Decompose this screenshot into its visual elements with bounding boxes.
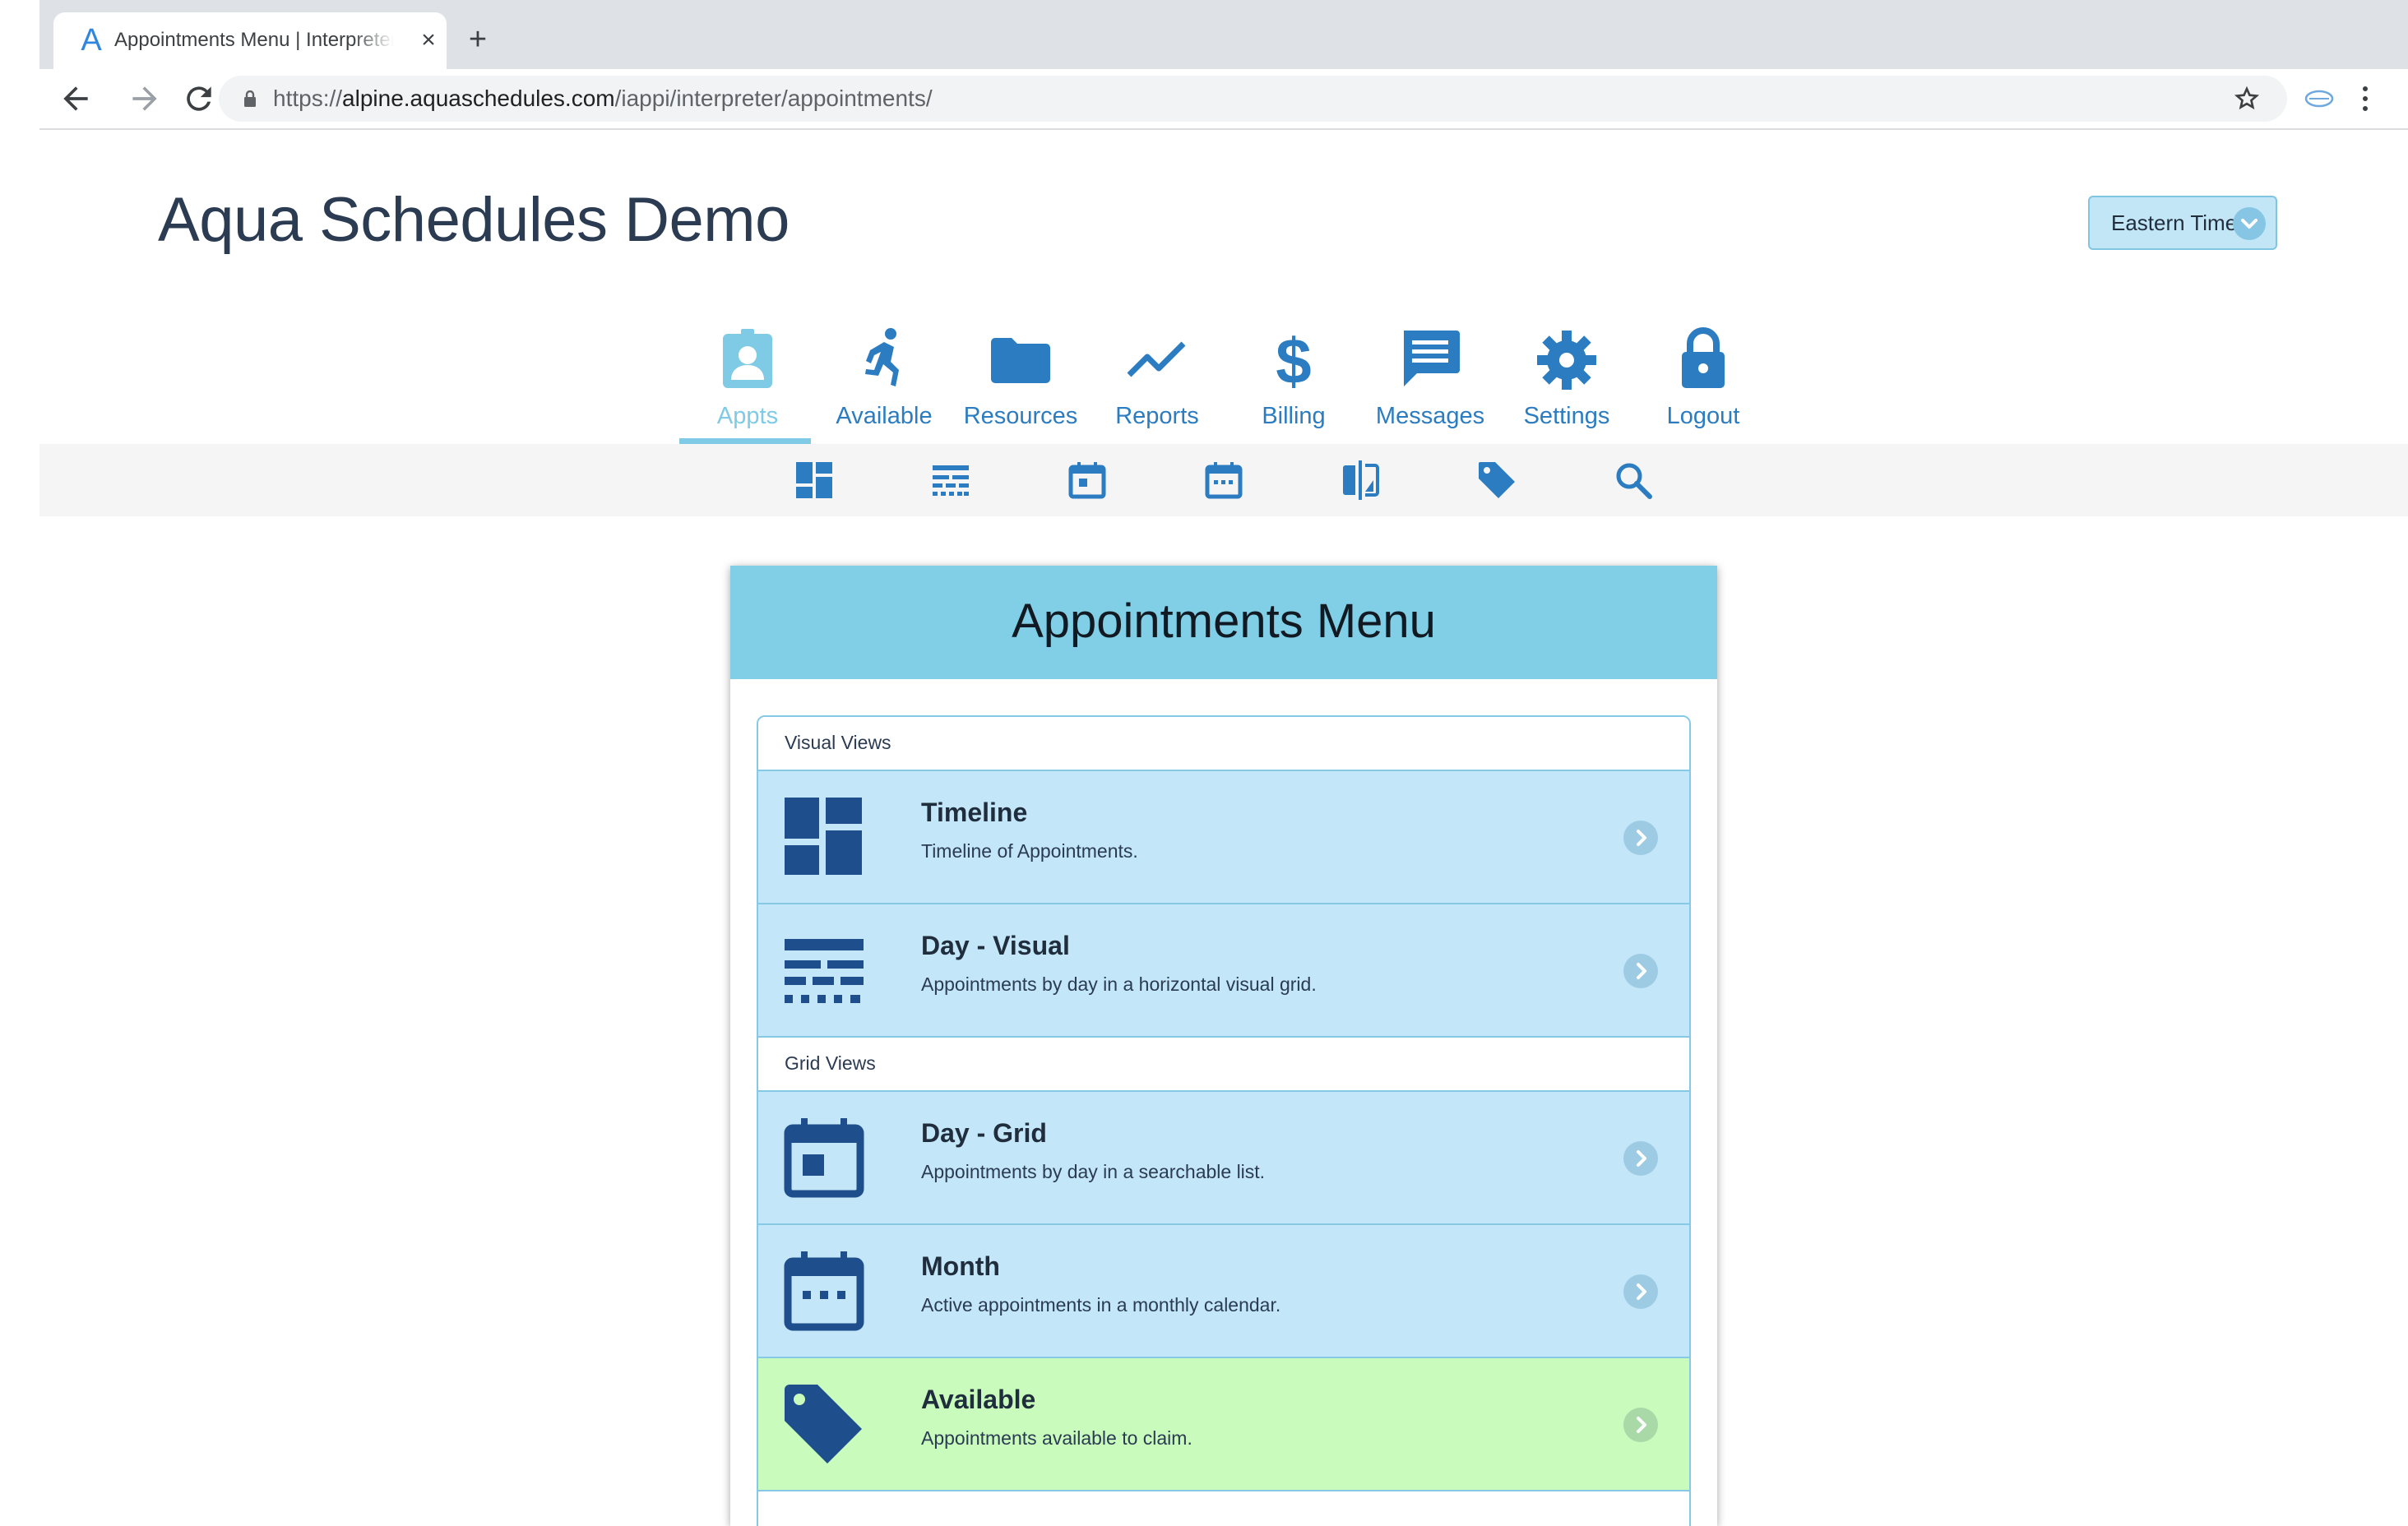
timezone-label: Eastern Time [2111, 210, 2238, 235]
active-tab-indicator [679, 438, 811, 444]
chevron-right-icon [1623, 954, 1658, 988]
timezone-select[interactable]: Eastern Time [2088, 196, 2277, 250]
menu-item-available[interactable]: Available Appointments available to clai… [758, 1358, 1689, 1491]
lock-icon [1682, 327, 1725, 388]
section-heading-grid-views: Grid Views [758, 1038, 1689, 1092]
panel-header: Appointments Menu [730, 566, 1717, 679]
dollar-icon: $ [1276, 326, 1311, 391]
month-calendar-icon[interactable] [1202, 459, 1245, 502]
browser-tab[interactable]: A Appointments Menu | Interpreter × [53, 12, 447, 69]
badge-icon [723, 329, 772, 388]
nav-label: Available [836, 403, 933, 429]
nav-appts[interactable]: Appts [679, 321, 816, 444]
lock-icon [244, 90, 256, 107]
panel-title: Appointments Menu [1012, 594, 1436, 648]
main-nav: Appts Available Resources Reports $ Bill… [679, 321, 1740, 444]
chevron-right-icon [1623, 1408, 1658, 1442]
folder-icon [991, 338, 1050, 383]
menu-item-description: Active appointments in a monthly calenda… [921, 1294, 1281, 1316]
menu-item-title: Available [921, 1385, 1036, 1414]
menu-item-title: Month [921, 1251, 1000, 1281]
search-icon[interactable] [1612, 459, 1655, 502]
bookmark-star-icon[interactable] [2234, 86, 2260, 112]
menu-item-description: Appointments by day in a searchable list… [921, 1161, 1266, 1182]
trend-line-icon [1127, 341, 1186, 377]
menu-item-day-visual[interactable]: Day - Visual Appointments by day in a ho… [758, 904, 1689, 1038]
month-calendar-icon [784, 1251, 864, 1331]
menu-item-description: Timeline of Appointments. [921, 840, 1138, 862]
new-tab-icon[interactable]: + [461, 23, 494, 56]
running-person-icon [865, 328, 899, 386]
chevron-right-icon [1623, 1274, 1658, 1309]
extension-icon[interactable] [2301, 84, 2337, 113]
sub-nav [39, 444, 2408, 516]
nav-billing[interactable]: $ Billing [1225, 321, 1362, 444]
tab-title: Appointments Menu | Interpreter [114, 29, 394, 51]
favicon-icon: A [81, 23, 102, 58]
menu-item-description: Appointments available to claim. [921, 1427, 1192, 1449]
tab-strip: A Appointments Menu | Interpreter × + [39, 0, 2408, 69]
nav-available[interactable]: Available [816, 321, 952, 444]
forward-arrow-icon[interactable] [127, 81, 163, 117]
address-bar[interactable]: https://alpine.aquaschedules.com/iappi/i… [219, 76, 2287, 122]
url-host: alpine.aquaschedules.com [342, 86, 615, 111]
back-arrow-icon[interactable] [58, 81, 94, 117]
nav-messages[interactable]: Messages [1362, 321, 1498, 444]
close-tab-icon[interactable]: × [415, 27, 442, 53]
nav-logout[interactable]: Logout [1635, 321, 1771, 444]
nav-reports[interactable]: Reports [1089, 321, 1225, 444]
tag-icon[interactable] [1475, 459, 1518, 502]
svg-text:$: $ [1276, 326, 1311, 391]
compare-icon[interactable] [1339, 459, 1382, 502]
tag-icon [785, 1385, 862, 1464]
day-grid-calendar-icon[interactable] [1066, 459, 1109, 502]
message-icon [1404, 331, 1460, 386]
menu-item-description: Appointments by day in a horizontal visu… [921, 973, 1317, 995]
menu-item-title: Day - Visual [921, 931, 1070, 960]
section-heading-visual-views: Visual Views [758, 717, 1689, 771]
nav-settings[interactable]: Settings [1498, 321, 1635, 444]
browser-chrome: A Appointments Menu | Interpreter × + ht… [39, 0, 2408, 130]
nav-resources[interactable]: Resources [952, 321, 1089, 444]
gear-icon [1537, 331, 1596, 390]
chevron-right-icon [1623, 1141, 1658, 1176]
section-heading-label: Grid Views [785, 1052, 876, 1074]
nav-label: Settings [1523, 403, 1610, 429]
day-visual-icon[interactable] [929, 459, 972, 502]
browser-toolbar: https://alpine.aquaschedules.com/iappi/i… [39, 69, 2408, 130]
dashboard-icon[interactable] [793, 459, 836, 502]
section-heading-label: Visual Views [785, 732, 891, 753]
nav-label: Reports [1115, 403, 1199, 429]
nav-label: Messages [1375, 403, 1485, 429]
menu-item-title: Day - Grid [921, 1118, 1047, 1148]
nav-label: Resources [963, 403, 1078, 429]
site-title: Aqua Schedules Demo [158, 185, 790, 255]
url-path: /iappi/interpreter/appointments/ [614, 86, 933, 111]
menu-item-month[interactable]: Month Active appointments in a monthly c… [758, 1225, 1689, 1358]
chevron-down-icon [2233, 207, 2266, 240]
dashboard-icon [785, 798, 862, 875]
nav-label: Billing [1262, 403, 1326, 429]
nav-label: Logout [1666, 403, 1740, 429]
menu-item-day-grid[interactable]: Day - Grid Appointments by day in a sear… [758, 1092, 1689, 1225]
url-text: https://alpine.aquaschedules.com/iappi/i… [273, 86, 933, 112]
menu-item-timeline[interactable]: Timeline Timeline of Appointments. [758, 771, 1689, 904]
appointments-panel: Appointments Menu Visual Views Timeline … [730, 566, 1717, 1526]
appointments-menu: Visual Views Timeline Timeline of Appoin… [757, 715, 1691, 1526]
url-scheme: https:// [273, 86, 343, 111]
chevron-right-icon [1623, 821, 1658, 855]
menu-item-title: Timeline [921, 798, 1028, 827]
day-grid-calendar-icon [784, 1118, 864, 1198]
day-visual-icon [785, 939, 864, 1003]
browser-menu-icon[interactable] [2357, 84, 2373, 113]
reload-icon[interactable] [181, 81, 217, 117]
nav-label: Appts [716, 403, 779, 429]
